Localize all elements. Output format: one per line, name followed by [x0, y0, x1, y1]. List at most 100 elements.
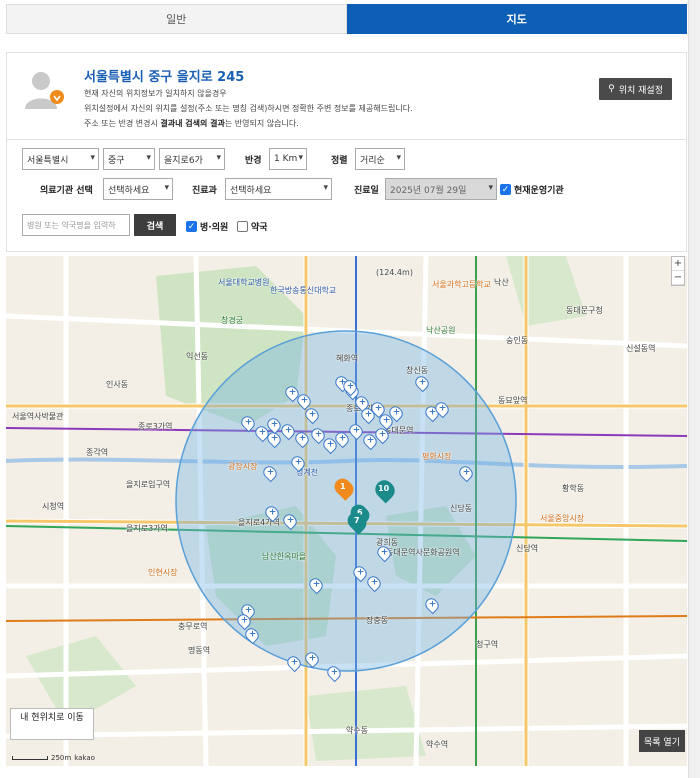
map-label: 시청역 [42, 502, 65, 511]
page-scrollbar[interactable] [688, 0, 700, 778]
cross-icon: + [380, 547, 389, 558]
map-label: 신설동역 [626, 344, 656, 353]
map-label: 서울역사박물관 [12, 412, 64, 421]
map-label: 창경궁 [221, 316, 244, 325]
sido-select[interactable]: 서울특별시 [22, 148, 99, 170]
map-label: 혜화역 [336, 354, 359, 363]
map-label: 명동역 [188, 646, 211, 655]
map-label: 서울과학고등학교 [432, 280, 491, 289]
cross-icon: + [418, 377, 427, 388]
tab-map[interactable]: 지도 [346, 4, 687, 34]
map-label: 남산한옥마을 [262, 552, 307, 561]
cross-icon: + [270, 419, 279, 430]
cross-icon: + [244, 417, 253, 428]
map-label: 숭인동 [506, 336, 529, 345]
location-description: 현재 자신의 위치정보가 일치하지 않을경우 위치설정에서 자신의 위치를 설정… [84, 86, 413, 131]
location-panel: 서울특별시 중구 을지로 245 현재 자신의 위치정보가 일치하지 않을경우 … [6, 52, 687, 140]
map-label: 종로3가역 [138, 422, 173, 431]
cross-icon: + [378, 429, 387, 440]
map-label: 을지로입구역 [126, 480, 171, 489]
cross-icon: + [248, 629, 257, 640]
view-tabs: 일반 지도 [6, 4, 687, 34]
cross-icon: + [270, 433, 279, 444]
institution-select[interactable]: 선택하세요 [103, 178, 173, 200]
map-label: 약수역 [426, 740, 449, 749]
department-select[interactable]: 선택하세요 [225, 178, 332, 200]
date-select[interactable]: 2025년 07월 29일 [385, 178, 497, 200]
sigungu-select[interactable]: 중구 [103, 148, 155, 170]
cross-icon: + [294, 457, 303, 468]
cross-icon: + [288, 387, 297, 398]
current-location-button[interactable]: 내 현위치로 이동 [10, 708, 94, 740]
open-list-button[interactable]: 목록 열기 [639, 730, 685, 752]
open-now-checkbox[interactable]: ✓ 현재운영기관 [500, 183, 564, 196]
unchecked-box-icon [237, 221, 248, 232]
map-label: 서울대학교병원 [218, 278, 270, 287]
map-label: 창신동 [406, 366, 429, 375]
cross-icon: + [346, 381, 355, 392]
scale-bar [12, 756, 48, 760]
map-label: 장충동 [366, 616, 389, 625]
zoom-out-button[interactable]: − [672, 271, 684, 285]
desc-line-2: 위치설정에서 자신의 위치를 설정(주소 또는 명칭 검색)하시면 정확한 주변… [84, 104, 413, 113]
cross-icon: + [438, 403, 447, 414]
cross-icon: + [284, 425, 293, 436]
map-label: 을지로3가역 [126, 524, 168, 533]
reset-location-button[interactable]: ⚲ 위치 재설정 [599, 78, 672, 100]
user-avatar-icon [25, 72, 64, 109]
cross-icon: + [428, 599, 437, 610]
tab-general[interactable]: 일반 [6, 4, 347, 34]
cross-icon: + [314, 429, 323, 440]
dong-select[interactable]: 을지로6가 [159, 148, 225, 170]
cross-icon: + [330, 667, 339, 678]
map-label: 인현시장 [148, 568, 178, 577]
map-label: 동대문역사문화공원역 [386, 548, 460, 557]
map-label: 청구역 [476, 640, 499, 649]
scale-label: 250m [51, 754, 72, 762]
hospital-checkbox[interactable]: ✓ 병·의원 [186, 220, 228, 233]
cross-icon: + [266, 467, 275, 478]
map-label: 낙산공원 [426, 326, 456, 335]
search-input[interactable]: 병원 또는 약국명을 입력하 [22, 214, 130, 236]
cross-icon: + [356, 567, 365, 578]
cross-icon: + [298, 433, 307, 444]
cross-icon: + [374, 403, 383, 414]
department-label: 진료과 [192, 186, 217, 196]
map-label: 평화시장 [422, 452, 452, 461]
radius-label: 반경 [245, 156, 262, 166]
marker-label: 1 [340, 482, 346, 491]
map-brand-logo: kakao [74, 754, 95, 762]
zoom-control: + − [671, 256, 685, 286]
map-label: 종각역 [86, 448, 109, 457]
cross-icon: + [308, 653, 317, 664]
desc-line-1: 현재 자신의 위치정보가 일치하지 않을경우 [84, 89, 227, 98]
reset-location-label: 위치 재설정 [618, 85, 663, 96]
pharmacy-checkbox[interactable]: 약국 [237, 220, 268, 233]
cross-icon: + [338, 433, 347, 444]
sort-label: 정렬 [331, 156, 348, 166]
map-label: 동대문구청 [566, 306, 603, 315]
cross-icon: + [268, 507, 277, 518]
map-label: 광장시장 [228, 462, 258, 471]
marker-label: 10 [378, 484, 390, 493]
map-view[interactable]: 서울대학교병원 혜화역 창경궁 서울과학고등학교 한국방송통신대학교 낙산 동대… [6, 256, 687, 766]
map-label: 광희동 [376, 538, 399, 547]
cross-icon: + [290, 657, 299, 668]
radius-select[interactable]: 1 Km [269, 148, 307, 170]
search-filter-panel: 서울특별시 중구 을지로6가 반경 1 Km 정렬 거리순 의료기관 선택 선택… [6, 140, 687, 252]
cross-icon: + [352, 425, 361, 436]
cross-icon: + [240, 615, 249, 626]
zoom-in-button[interactable]: + [672, 257, 684, 271]
cross-icon: + [392, 407, 401, 418]
cross-icon: + [258, 427, 267, 438]
search-button[interactable]: 검색 [134, 214, 176, 236]
hospital-label: 병·의원 [200, 223, 229, 233]
map-label: 신당동 [450, 504, 473, 513]
open-now-label: 현재운영기관 [514, 186, 564, 196]
cross-icon: + [462, 467, 471, 478]
map-label: (124.4m) [376, 268, 413, 277]
cross-icon: + [300, 395, 309, 406]
sort-select[interactable]: 거리순 [355, 148, 405, 170]
marker-label: 7 [354, 516, 360, 525]
check-icon: ✓ [186, 221, 197, 232]
